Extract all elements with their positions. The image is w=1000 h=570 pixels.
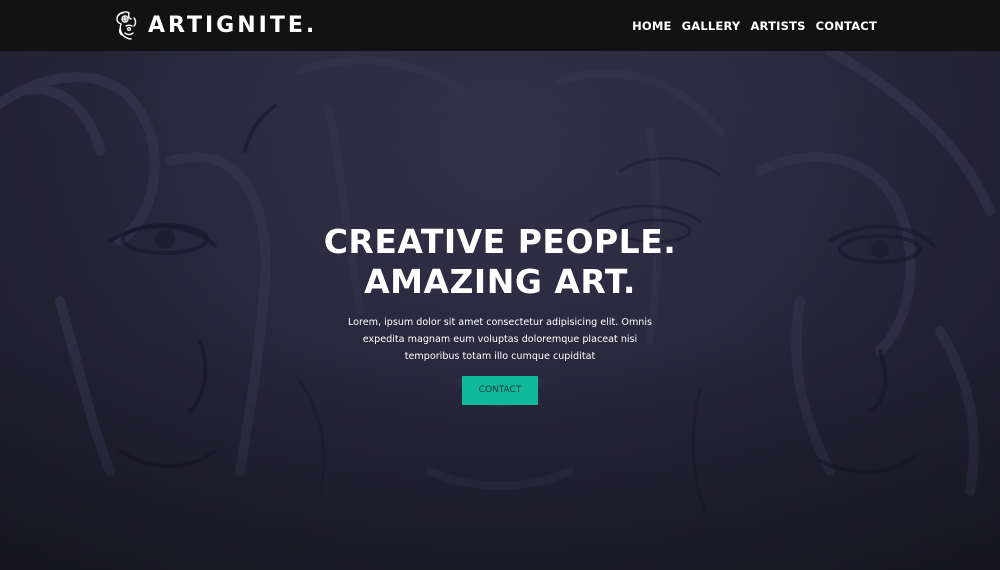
hero-section: CREATIVE PEOPLE. AMAZING ART. Lorem, ips… xyxy=(0,51,1000,570)
landing-page: ARTIGNITE. HOME GALLERY ARTISTS CONTACT xyxy=(0,0,1000,570)
brand-name: ARTIGNITE. xyxy=(148,13,318,38)
nav-link-contact[interactable]: CONTACT xyxy=(816,19,877,33)
nav-link-gallery[interactable]: GALLERY xyxy=(682,19,741,33)
contact-button[interactable]: CONTACT xyxy=(462,376,538,405)
hero-title: CREATIVE PEOPLE. AMAZING ART. xyxy=(0,222,1000,302)
main-nav: HOME GALLERY ARTISTS CONTACT xyxy=(622,0,877,51)
nav-link-artists[interactable]: ARTISTS xyxy=(750,19,805,33)
nav-link-home[interactable]: HOME xyxy=(632,19,672,33)
hero-description: Lorem, ipsum dolor sit amet consectetur … xyxy=(347,317,653,362)
hero-title-line-2: AMAZING ART. xyxy=(364,262,636,301)
navbar: ARTIGNITE. HOME GALLERY ARTISTS CONTACT xyxy=(0,0,1000,51)
brand-logo[interactable]: ARTIGNITE. xyxy=(114,9,317,43)
hero-title-line-1: CREATIVE PEOPLE. xyxy=(323,222,677,261)
hero-content: CREATIVE PEOPLE. AMAZING ART. Lorem, ips… xyxy=(0,222,1000,405)
face-illustration-logo-icon xyxy=(116,11,137,40)
